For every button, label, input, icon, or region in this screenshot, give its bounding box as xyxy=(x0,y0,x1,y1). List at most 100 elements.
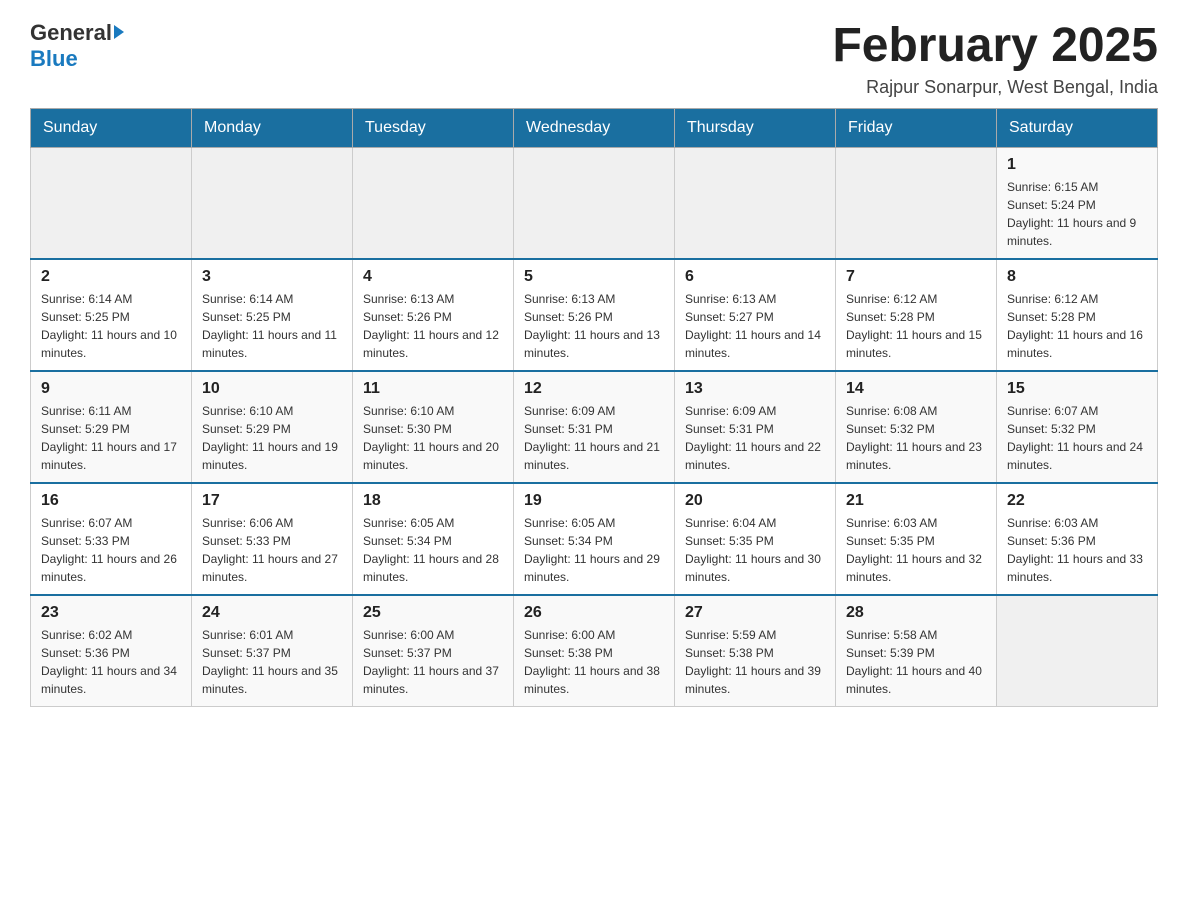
day-number: 21 xyxy=(846,492,986,510)
day-number: 24 xyxy=(202,604,342,622)
calendar-cell xyxy=(31,147,192,259)
day-number: 7 xyxy=(846,268,986,286)
day-number: 13 xyxy=(685,380,825,398)
weekday-header-row: SundayMondayTuesdayWednesdayThursdayFrid… xyxy=(31,108,1158,147)
logo: General Blue xyxy=(30,20,124,72)
calendar-cell xyxy=(997,595,1158,707)
calendar-cell: 12 Sunrise: 6:09 AMSunset: 5:31 PMDayligh… xyxy=(514,371,675,483)
day-info: Sunrise: 5:58 AMSunset: 5:39 PMDaylight:… xyxy=(846,626,986,698)
day-info: Sunrise: 6:14 AMSunset: 5:25 PMDaylight:… xyxy=(202,290,342,362)
weekday-header-sunday: Sunday xyxy=(31,108,192,147)
calendar-cell: 23 Sunrise: 6:02 AMSunset: 5:36 PMDayligh… xyxy=(31,595,192,707)
day-info: Sunrise: 6:13 AMSunset: 5:26 PMDaylight:… xyxy=(363,290,503,362)
calendar-cell: 25Sunrise: 6:00 AMSunset: 5:37 PMDayligh… xyxy=(353,595,514,707)
title-block: February 2025 Rajpur Sonarpur, West Beng… xyxy=(832,20,1158,98)
weekday-header-saturday: Saturday xyxy=(997,108,1158,147)
day-number: 19 xyxy=(524,492,664,510)
calendar-cell: 7 Sunrise: 6:12 AMSunset: 5:28 PMDaylight… xyxy=(836,259,997,371)
day-info: Sunrise: 6:03 AMSunset: 5:36 PMDaylight:… xyxy=(1007,514,1147,586)
day-number: 20 xyxy=(685,492,825,510)
calendar-cell: 8Sunrise: 6:12 AMSunset: 5:28 PMDaylight… xyxy=(997,259,1158,371)
day-info: Sunrise: 6:05 AMSunset: 5:34 PMDaylight:… xyxy=(524,514,664,586)
calendar-cell: 20 Sunrise: 6:04 AMSunset: 5:35 PMDayligh… xyxy=(675,483,836,595)
calendar-cell: 19 Sunrise: 6:05 AMSunset: 5:34 PMDayligh… xyxy=(514,483,675,595)
day-info: Sunrise: 6:15 AMSunset: 5:24 PMDaylight:… xyxy=(1007,178,1147,250)
day-info: Sunrise: 6:13 AMSunset: 5:27 PMDaylight:… xyxy=(685,290,825,362)
day-number: 2 xyxy=(41,268,181,286)
calendar-cell: 24Sunrise: 6:01 AMSunset: 5:37 PMDayligh… xyxy=(192,595,353,707)
day-info: Sunrise: 6:00 AMSunset: 5:38 PMDaylight:… xyxy=(524,626,664,698)
day-info: Sunrise: 6:05 AMSunset: 5:34 PMDaylight:… xyxy=(363,514,503,586)
day-number: 4 xyxy=(363,268,503,286)
day-number: 3 xyxy=(202,268,342,286)
page-header: General Blue February 2025 Rajpur Sonarp… xyxy=(30,20,1158,98)
day-number: 28 xyxy=(846,604,986,622)
weekday-header-wednesday: Wednesday xyxy=(514,108,675,147)
calendar-cell xyxy=(514,147,675,259)
day-info: Sunrise: 6:00 AMSunset: 5:37 PMDaylight:… xyxy=(363,626,503,698)
calendar-cell: 13 Sunrise: 6:09 AMSunset: 5:31 PMDayligh… xyxy=(675,371,836,483)
day-info: Sunrise: 6:03 AMSunset: 5:35 PMDaylight:… xyxy=(846,514,986,586)
calendar-cell: 1 Sunrise: 6:15 AMSunset: 5:24 PMDaylight… xyxy=(997,147,1158,259)
day-number: 16 xyxy=(41,492,181,510)
day-number: 5 xyxy=(524,268,664,286)
day-number: 1 xyxy=(1007,156,1147,174)
calendar-cell: 10 Sunrise: 6:10 AMSunset: 5:29 PMDayligh… xyxy=(192,371,353,483)
calendar-table: SundayMondayTuesdayWednesdayThursdayFrid… xyxy=(30,108,1158,707)
day-info: Sunrise: 6:09 AMSunset: 5:31 PMDaylight:… xyxy=(524,402,664,474)
calendar-cell: 4 Sunrise: 6:13 AMSunset: 5:26 PMDaylight… xyxy=(353,259,514,371)
day-info: Sunrise: 6:07 AMSunset: 5:32 PMDaylight:… xyxy=(1007,402,1147,474)
calendar-cell xyxy=(675,147,836,259)
calendar-cell: 22 Sunrise: 6:03 AMSunset: 5:36 PMDayligh… xyxy=(997,483,1158,595)
day-number: 23 xyxy=(41,604,181,622)
day-number: 8 xyxy=(1007,268,1147,286)
calendar-cell: 11Sunrise: 6:10 AMSunset: 5:30 PMDayligh… xyxy=(353,371,514,483)
calendar-cell xyxy=(192,147,353,259)
day-info: Sunrise: 6:04 AMSunset: 5:35 PMDaylight:… xyxy=(685,514,825,586)
day-info: Sunrise: 6:06 AMSunset: 5:33 PMDaylight:… xyxy=(202,514,342,586)
day-info: Sunrise: 6:14 AMSunset: 5:25 PMDaylight:… xyxy=(41,290,181,362)
logo-blue-text: Blue xyxy=(30,46,124,72)
day-number: 11 xyxy=(363,380,503,398)
weekday-header-thursday: Thursday xyxy=(675,108,836,147)
day-number: 6 xyxy=(685,268,825,286)
calendar-cell: 26Sunrise: 6:00 AMSunset: 5:38 PMDayligh… xyxy=(514,595,675,707)
calendar-cell: 5 Sunrise: 6:13 AMSunset: 5:26 PMDaylight… xyxy=(514,259,675,371)
calendar-cell: 15 Sunrise: 6:07 AMSunset: 5:32 PMDayligh… xyxy=(997,371,1158,483)
calendar-cell: 14Sunrise: 6:08 AMSunset: 5:32 PMDayligh… xyxy=(836,371,997,483)
day-info: Sunrise: 6:11 AMSunset: 5:29 PMDaylight:… xyxy=(41,402,181,474)
day-number: 9 xyxy=(41,380,181,398)
weekday-header-tuesday: Tuesday xyxy=(353,108,514,147)
day-number: 10 xyxy=(202,380,342,398)
day-info: Sunrise: 6:09 AMSunset: 5:31 PMDaylight:… xyxy=(685,402,825,474)
day-info: Sunrise: 6:13 AMSunset: 5:26 PMDaylight:… xyxy=(524,290,664,362)
calendar-cell xyxy=(836,147,997,259)
calendar-cell: 21 Sunrise: 6:03 AMSunset: 5:35 PMDayligh… xyxy=(836,483,997,595)
calendar-week-row: 1 Sunrise: 6:15 AMSunset: 5:24 PMDaylight… xyxy=(31,147,1158,259)
day-number: 27 xyxy=(685,604,825,622)
day-info: Sunrise: 6:10 AMSunset: 5:29 PMDaylight:… xyxy=(202,402,342,474)
day-number: 18 xyxy=(363,492,503,510)
calendar-cell: 17 Sunrise: 6:06 AMSunset: 5:33 PMDayligh… xyxy=(192,483,353,595)
logo-arrow-icon xyxy=(114,25,124,39)
calendar-cell: 18 Sunrise: 6:05 AMSunset: 5:34 PMDayligh… xyxy=(353,483,514,595)
weekday-header-monday: Monday xyxy=(192,108,353,147)
day-number: 14 xyxy=(846,380,986,398)
day-info: Sunrise: 5:59 AMSunset: 5:38 PMDaylight:… xyxy=(685,626,825,698)
location-subtitle: Rajpur Sonarpur, West Bengal, India xyxy=(832,77,1158,98)
day-number: 17 xyxy=(202,492,342,510)
day-info: Sunrise: 6:12 AMSunset: 5:28 PMDaylight:… xyxy=(846,290,986,362)
day-info: Sunrise: 6:02 AMSunset: 5:36 PMDaylight:… xyxy=(41,626,181,698)
day-number: 12 xyxy=(524,380,664,398)
calendar-week-row: 23 Sunrise: 6:02 AMSunset: 5:36 PMDayligh… xyxy=(31,595,1158,707)
logo-general-text: General xyxy=(30,20,112,46)
day-info: Sunrise: 6:07 AMSunset: 5:33 PMDaylight:… xyxy=(41,514,181,586)
day-number: 22 xyxy=(1007,492,1147,510)
calendar-cell: 16 Sunrise: 6:07 AMSunset: 5:33 PMDayligh… xyxy=(31,483,192,595)
month-title: February 2025 xyxy=(832,20,1158,73)
day-number: 15 xyxy=(1007,380,1147,398)
calendar-cell: 3 Sunrise: 6:14 AMSunset: 5:25 PMDaylight… xyxy=(192,259,353,371)
calendar-week-row: 2 Sunrise: 6:14 AMSunset: 5:25 PMDaylight… xyxy=(31,259,1158,371)
calendar-cell: 28 Sunrise: 5:58 AMSunset: 5:39 PMDayligh… xyxy=(836,595,997,707)
calendar-cell xyxy=(353,147,514,259)
